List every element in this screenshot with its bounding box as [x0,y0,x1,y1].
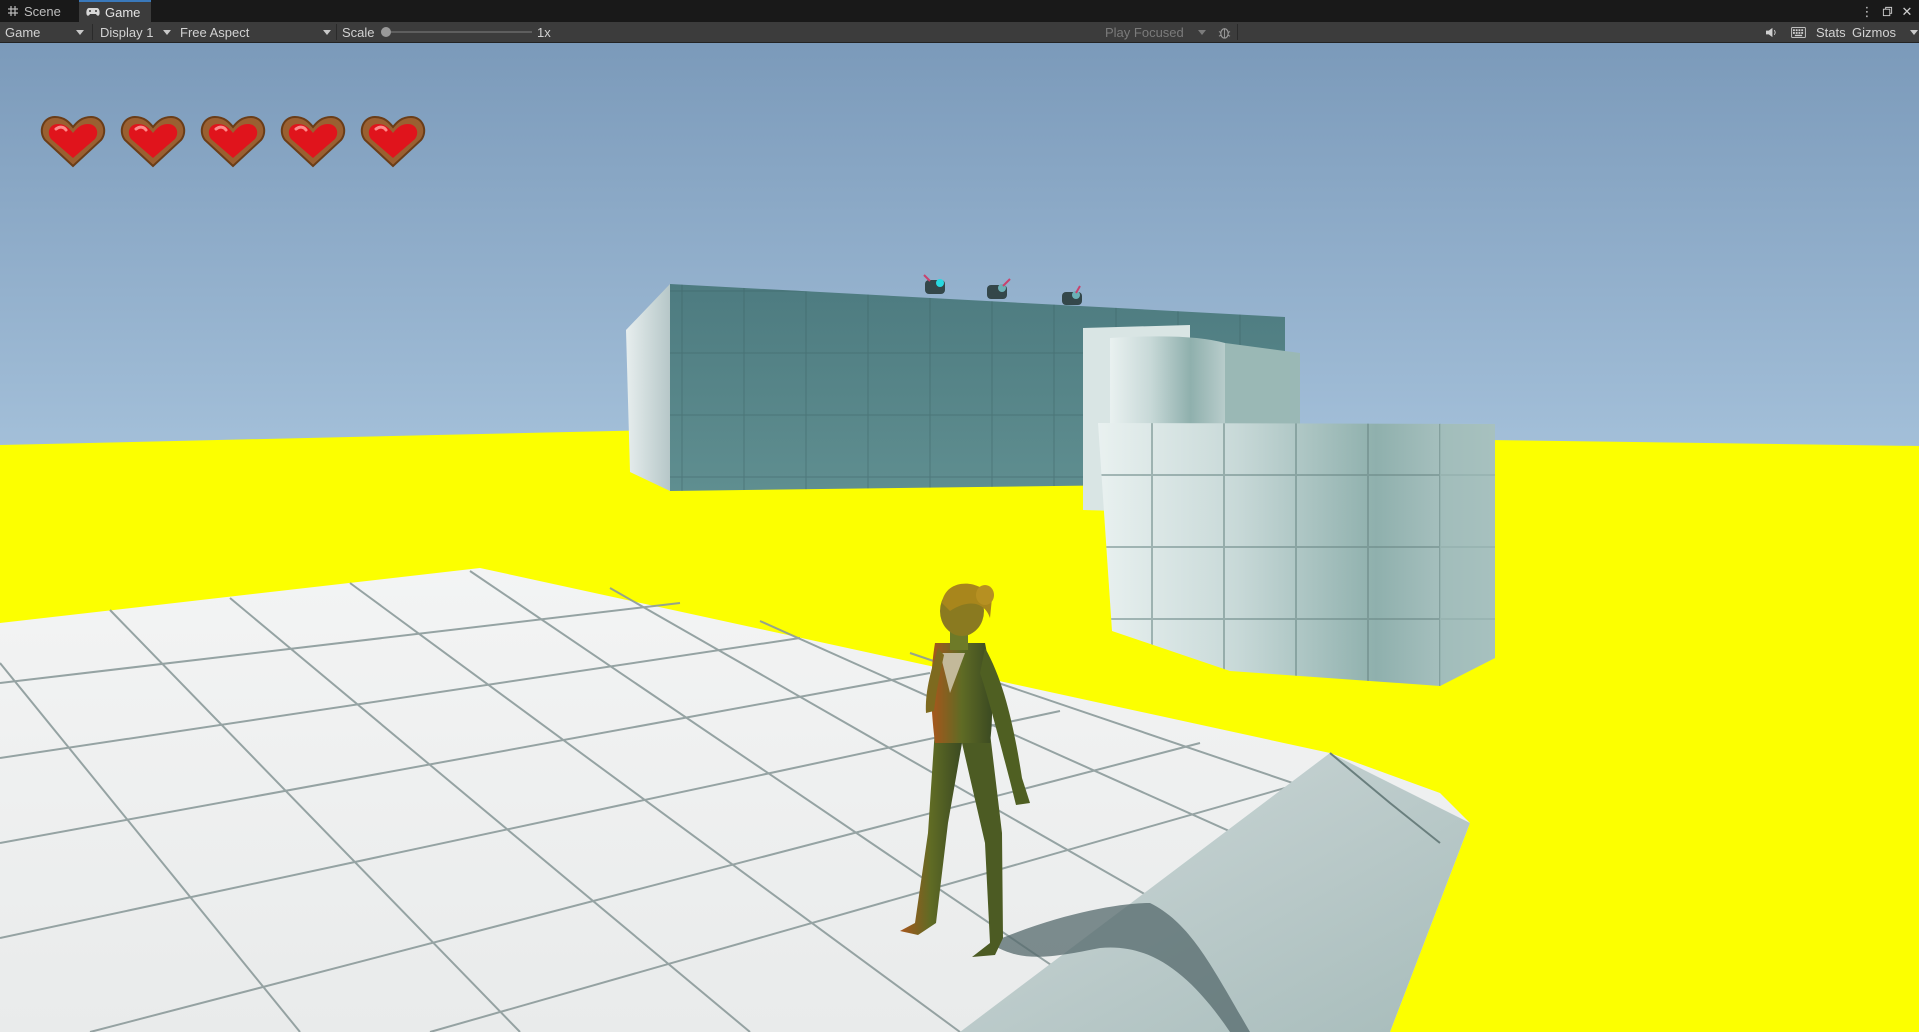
heart-icon [200,115,266,168]
speaker-icon[interactable] [1762,22,1780,42]
aspect-dropdown[interactable]: Free Aspect [175,22,335,42]
toolbar-divider [336,24,337,40]
gamepad-icon [86,8,100,16]
heart-icon [360,115,426,168]
unity-game-window: Scene Game ⋮ ✕ Game Display 1 Free Aspec… [0,0,1919,1032]
game-viewport[interactable] [0,43,1919,1032]
heart-icon [280,115,346,168]
scale-slider-track[interactable] [386,31,532,33]
chevron-down-icon [323,30,331,35]
heart-icon [120,115,186,168]
tab-game-label: Game [105,4,141,20]
tab-scene[interactable]: Scene [0,0,76,22]
chevron-down-icon [1910,30,1918,35]
toolbar-divider [1237,24,1238,40]
toolbar-divider [92,24,93,40]
display-dropdown[interactable]: Display 1 [95,22,175,42]
more-options-icon[interactable]: ⋮ [1861,4,1874,18]
play-mode-dropdown[interactable]: Play Focused [1100,22,1210,42]
chevron-down-icon [163,30,171,35]
scale-label: Scale [342,24,375,40]
chevron-down-icon [1198,30,1206,35]
gizmos-dropdown[interactable]: Gizmos [1850,22,1919,42]
tab-bar: Scene Game ⋮ ✕ [0,0,1919,23]
display-value: Display 1 [100,24,154,40]
maximize-icon[interactable] [1881,4,1893,18]
stats-button[interactable]: Stats [1816,22,1846,42]
heart-icon [40,115,106,168]
view-mode-value: Game [5,24,41,40]
health-hearts [40,113,426,171]
close-icon[interactable]: ✕ [1901,4,1913,18]
tab-game[interactable]: Game [79,0,151,22]
aspect-value: Free Aspect [180,24,250,40]
scale-slider-handle[interactable] [381,27,391,37]
grid-icon [8,6,18,16]
play-mode-value: Play Focused [1105,24,1184,40]
scale-value: 1x [537,24,551,40]
keyboard-icon[interactable] [1788,22,1808,42]
window-controls: ⋮ ✕ [1861,3,1913,19]
view-mode-dropdown[interactable]: Game [0,22,88,42]
tab-scene-label: Scene [24,3,61,19]
bug-icon[interactable] [1214,22,1234,42]
gizmos-label: Gizmos [1852,24,1897,40]
chevron-down-icon [76,30,84,35]
game-toolbar: Game Display 1 Free Aspect Scale 1x Play… [0,22,1919,43]
game-scene [0,43,1919,1032]
